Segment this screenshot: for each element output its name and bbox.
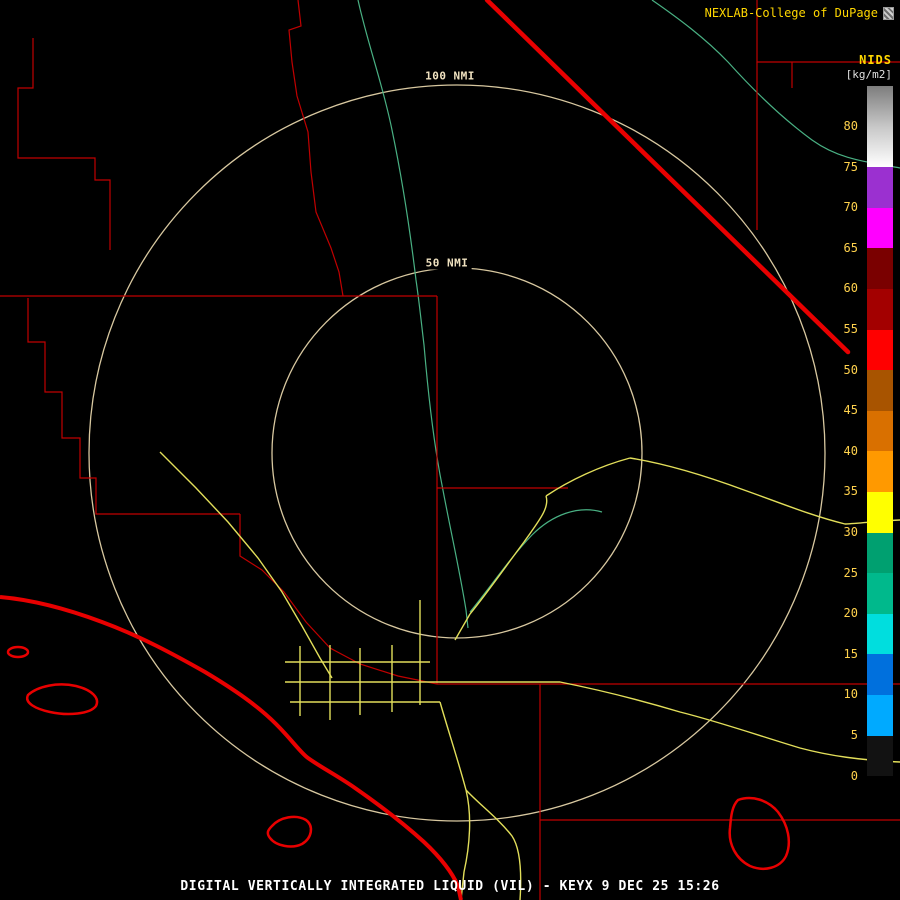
color-scale-segment bbox=[867, 330, 893, 371]
road-line bbox=[630, 458, 900, 524]
state-line bbox=[487, 0, 848, 352]
county-line bbox=[240, 514, 437, 684]
scale-tick-label: 25 bbox=[828, 553, 858, 594]
color-scale-segment bbox=[867, 127, 893, 168]
color-scale-segment bbox=[867, 289, 893, 330]
scale-tick-label: 75 bbox=[828, 147, 858, 188]
road-line bbox=[546, 458, 630, 496]
color-scale-segment bbox=[867, 248, 893, 289]
color-scale-segment bbox=[867, 654, 893, 695]
color-scale-segment bbox=[867, 208, 893, 249]
scale-tick-label: 65 bbox=[828, 228, 858, 269]
scale-tick-label: 70 bbox=[828, 187, 858, 228]
brand-text: NEXLAB-College of DuPage bbox=[705, 6, 878, 20]
cod-flag-icon bbox=[883, 7, 894, 20]
inner-ring-label: 50 NMI bbox=[423, 257, 472, 270]
island-outline bbox=[730, 798, 789, 869]
vil-color-scale bbox=[867, 86, 893, 776]
scale-tick-label: 60 bbox=[828, 268, 858, 309]
color-scale-segment bbox=[867, 167, 893, 208]
color-scale-segment bbox=[867, 614, 893, 655]
scale-tick-label: 10 bbox=[828, 674, 858, 715]
road-line bbox=[440, 702, 470, 900]
island-outline bbox=[27, 684, 97, 714]
units-label: [kg/m2] bbox=[846, 68, 892, 81]
color-scale-segment bbox=[867, 370, 893, 411]
river-line bbox=[652, 0, 900, 168]
scale-tick-label: 50 bbox=[828, 350, 858, 391]
color-scale-segment bbox=[867, 451, 893, 492]
range-rings bbox=[89, 85, 825, 821]
color-scale-segment bbox=[867, 533, 893, 574]
county-line bbox=[289, 0, 343, 296]
scale-tick-label: 55 bbox=[828, 309, 858, 350]
outer-ring-label: 100 NMI bbox=[422, 70, 478, 83]
scale-tick-label: 45 bbox=[828, 390, 858, 431]
radar-map bbox=[0, 0, 900, 900]
color-scale-segment bbox=[867, 492, 893, 533]
county-boundaries bbox=[0, 0, 900, 900]
header: NEXLAB-College of DuPage bbox=[705, 6, 894, 20]
color-scale-segment bbox=[867, 86, 893, 127]
county-line bbox=[28, 298, 240, 514]
color-scale-segment bbox=[867, 411, 893, 452]
scale-tick-label: 40 bbox=[828, 431, 858, 472]
island-outline bbox=[268, 817, 311, 847]
range-ring-100nmi bbox=[89, 85, 825, 821]
scale-tick-label: 80 bbox=[828, 106, 858, 147]
state-boundary bbox=[487, 0, 848, 352]
scale-tick-label: 0 bbox=[828, 756, 858, 797]
coastline bbox=[0, 597, 789, 900]
color-scale-segment bbox=[867, 695, 893, 736]
road-line bbox=[160, 452, 332, 678]
color-scale-segment bbox=[867, 573, 893, 614]
county-line bbox=[18, 38, 110, 250]
color-scale-tick-labels: 80 75 70 65 60 55 50 45 40 35 30 25 20 1… bbox=[828, 106, 858, 796]
product-code-label: NIDS bbox=[859, 53, 892, 67]
road-line bbox=[470, 496, 547, 614]
scale-tick-label: 20 bbox=[828, 593, 858, 634]
island-outline bbox=[8, 647, 28, 657]
radar-display: 100 NMI 50 NMI NEXLAB-College of DuPage … bbox=[0, 0, 900, 900]
scale-tick-label: 30 bbox=[828, 512, 858, 553]
product-caption: DIGITAL VERTICALLY INTEGRATED LIQUID (VI… bbox=[0, 879, 900, 894]
coast-line bbox=[0, 597, 461, 900]
color-scale-segment bbox=[867, 736, 893, 777]
rivers bbox=[358, 0, 900, 628]
scale-tick-label: 5 bbox=[828, 715, 858, 756]
scale-tick-label: 35 bbox=[828, 471, 858, 512]
range-ring-50nmi bbox=[272, 268, 642, 638]
scale-tick-label: 15 bbox=[828, 634, 858, 675]
